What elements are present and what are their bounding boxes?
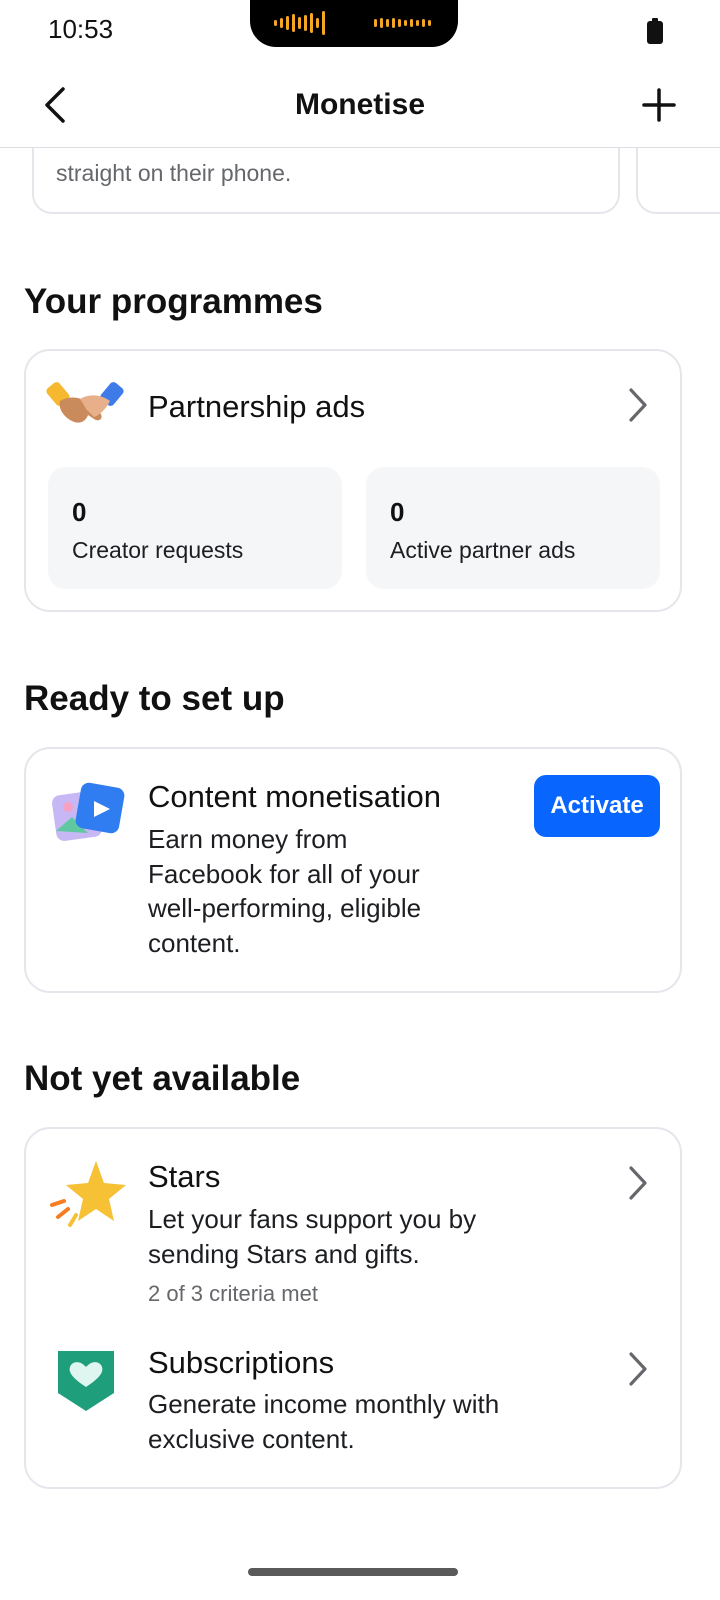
status-bar: 10:53 [0, 0, 720, 62]
dynamic-island [250, 0, 458, 47]
stars-chevron[interactable] [618, 1163, 658, 1203]
content-monetisation-title: Content monetisation [148, 779, 441, 814]
description-line: Generate income monthly with [148, 1389, 500, 1419]
section-title-your-programmes: Your programmes [24, 282, 323, 321]
status-time: 10:53 [48, 14, 114, 44]
page-title: Monetise [294, 88, 426, 121]
description-line: Earn money from [148, 824, 348, 854]
content-monetisation-description: Earn money from Facebook for all of your… [148, 822, 421, 960]
heart-badge-icon [56, 1347, 116, 1413]
stars-title: Stars [148, 1159, 221, 1194]
activate-button[interactable]: Activate [534, 775, 660, 837]
description-line: exclusive content. [148, 1423, 355, 1454]
stat-label: Active partner ads [390, 537, 576, 563]
plus-icon [642, 88, 676, 122]
handshake-icon [46, 375, 126, 435]
not-yet-available-card: Stars Let your fans support you by sendi… [24, 1127, 682, 1489]
content-monetisation-card: Content monetisation Earn money from Fac… [24, 747, 682, 993]
audio-wave-icon [274, 11, 325, 35]
description-line: Facebook for all of your [148, 858, 420, 889]
stat-active-partner-ads[interactable]: 0 Active partner ads [366, 467, 660, 589]
battery-full-icon [647, 18, 663, 44]
subscriptions-row[interactable]: Subscriptions Generate income monthly wi… [26, 1315, 680, 1485]
promo-card-text: straight on their phone. [56, 160, 292, 186]
top-app-bar: Monetise [0, 62, 720, 148]
partnership-ads-title: Partnership ads [148, 389, 366, 424]
subscriptions-description: Generate income monthly with exclusive c… [148, 1387, 499, 1456]
audio-wave-icon [374, 13, 431, 33]
partnership-ads-chevron[interactable] [618, 385, 658, 425]
stars-description: Let your fans support you by sending Sta… [148, 1202, 476, 1271]
stars-criteria: 2 of 3 criteria met [148, 1281, 318, 1306]
section-title-ready-to-set-up: Ready to set up [24, 679, 285, 718]
subscriptions-title: Subscriptions [148, 1345, 335, 1380]
star-icon [48, 1157, 128, 1231]
stars-row[interactable]: Stars Let your fans support you by sendi… [26, 1129, 680, 1315]
chevron-right-icon [629, 1166, 647, 1200]
stat-label: Creator requests [72, 537, 244, 563]
subscriptions-chevron[interactable] [618, 1349, 658, 1389]
section-title-not-yet-available: Not yet available [24, 1059, 301, 1098]
home-indicator[interactable] [248, 1568, 458, 1576]
chevron-right-icon [629, 388, 647, 422]
chevron-right-icon [629, 1352, 647, 1386]
description-line: Let your fans support you by [148, 1204, 477, 1234]
stat-creator-requests[interactable]: 0 Creator requests [48, 467, 342, 589]
video-photo-icon [48, 781, 128, 847]
description-line: sending Stars and gifts. [148, 1238, 420, 1269]
description-line: content. [148, 927, 241, 958]
add-button[interactable] [634, 80, 684, 130]
stat-value: 0 [72, 497, 87, 527]
stat-value: 0 [390, 497, 405, 527]
partnership-ads-card: Partnership ads 0 Creator requests 0 Act… [24, 349, 682, 612]
description-line: well-performing, eligible [148, 893, 422, 923]
